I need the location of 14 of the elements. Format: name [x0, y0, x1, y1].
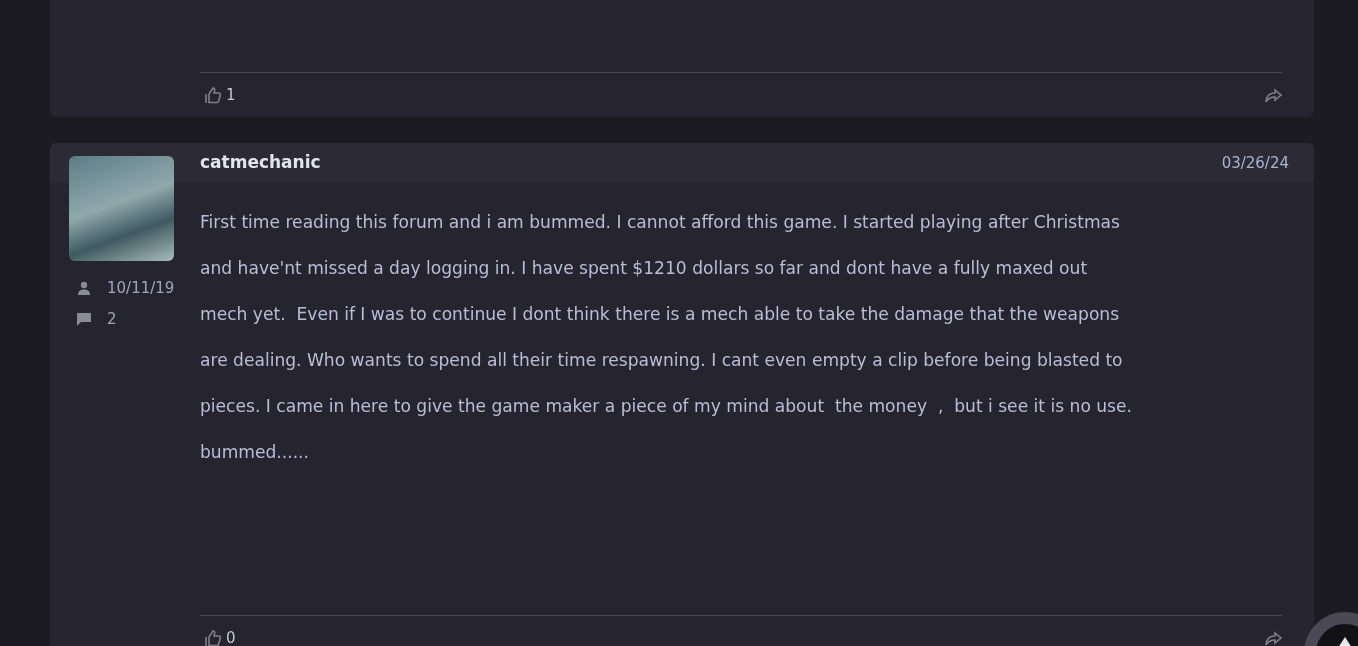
user-icon	[77, 281, 91, 296]
username[interactable]: catmechanic	[200, 150, 321, 176]
thumbs-up-icon	[204, 86, 222, 104]
like-count: 1	[226, 84, 236, 106]
post-text: First time reading this forum and i am bummed. I cannot afford this game. I started playing after Christmas and have'nt missed a day logging in. I have spent $1210 dollars so far and dont have a fully maxed out mech yet. Even if I was to continue I dont think there is a mech able to take the damage that the weapons are dealing. Who wants to spend all their time respawning. I cant even empty a clip before being blasted to pieces. I came in here to give the game maker a piece of my mind about the money , but i see it is no use. bummed......	[200, 211, 1132, 464]
share-icon[interactable]	[1264, 86, 1282, 105]
share-icon[interactable]	[1264, 629, 1282, 646]
comment-icon	[77, 311, 91, 326]
like-count: 0	[226, 627, 236, 646]
thumbs-up-icon	[204, 629, 222, 646]
avatar-photo-placeholder[interactable]	[69, 156, 174, 261]
post-count: 2	[107, 308, 117, 330]
join-date: 10/11/19	[107, 278, 175, 299]
post-date: 03/26/24	[1221, 152, 1289, 174]
